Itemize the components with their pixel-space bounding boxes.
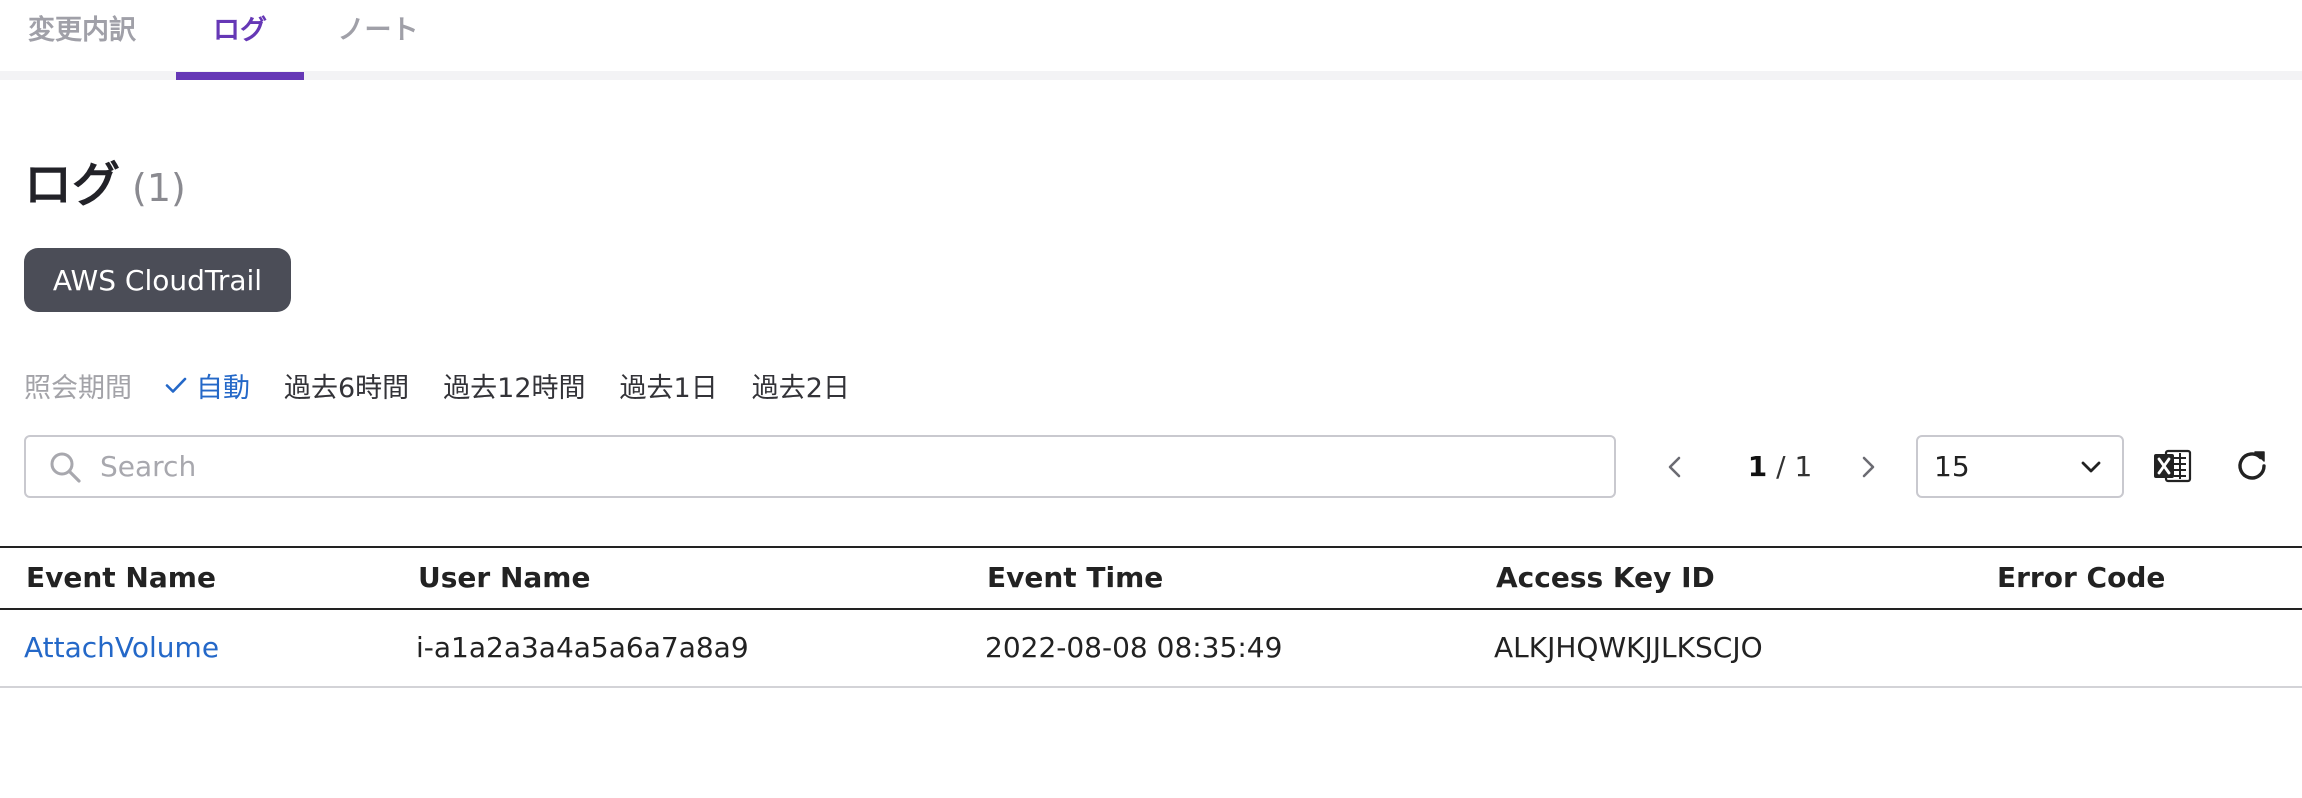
tab-bar: 変更内訳 ログ ノート [0, 0, 2302, 80]
column-header-event-time[interactable]: Event Time [987, 548, 1163, 608]
period-label: 照会期間 [24, 372, 132, 404]
column-header-user-name[interactable]: User Name [418, 548, 590, 608]
table-row[interactable]: AttachVolume i-a1a2a3a4a5a6a7a8a9 2022-0… [0, 610, 2302, 688]
section-heading: ログ (1) [24, 145, 186, 213]
excel-icon[interactable] [2152, 447, 2192, 485]
current-page: 1 [1747, 450, 1768, 483]
period-option-2d[interactable]: 過去2日 [752, 366, 850, 405]
page-indicator: 1 / 1 [1740, 449, 1820, 485]
column-header-error-code[interactable]: Error Code [1997, 548, 2165, 608]
page-separator: / [1767, 450, 1795, 483]
source-chip-aws-cloudtrail[interactable]: AWS CloudTrail [24, 248, 291, 312]
column-header-event-name[interactable]: Event Name [26, 548, 216, 608]
period-option-label: 自動 [196, 372, 250, 404]
event-time-cell: 2022-08-08 08:35:49 [985, 631, 1283, 664]
tab-notes[interactable]: ノート [333, 14, 423, 76]
period-option-12h[interactable]: 過去12時間 [443, 366, 585, 405]
chevron-left-icon[interactable] [1657, 449, 1693, 485]
page-size-select[interactable]: 15 [1916, 435, 2124, 498]
log-count: (1) [132, 166, 186, 210]
period-option-auto[interactable]: 自動 [164, 366, 250, 405]
table-header: Event Name User Name Event Time Access K… [0, 546, 2302, 610]
page-title: ログ [24, 157, 121, 213]
search-box [24, 435, 1616, 498]
chevron-down-icon [2081, 461, 2101, 472]
search-input[interactable] [98, 441, 1578, 492]
tab-change-details[interactable]: 変更内訳 [24, 14, 140, 76]
page-size-value: 15 [1934, 450, 1970, 483]
user-name-cell: i-a1a2a3a4a5a6a7a8a9 [416, 631, 749, 664]
check-icon [165, 377, 187, 393]
period-filter: 照会期間 自動 過去6時間 過去12時間 過去1日 過去2日 [24, 365, 884, 405]
column-header-access-key-id[interactable]: Access Key ID [1496, 548, 1715, 608]
log-table: Event Name User Name Event Time Access K… [0, 546, 2302, 688]
search-icon [50, 452, 81, 483]
access-key-id-cell: ALKJHQWKJJLKSCJO [1494, 631, 1763, 664]
refresh-icon[interactable] [2233, 447, 2271, 485]
period-option-1d[interactable]: 過去1日 [620, 366, 718, 405]
active-tab-indicator [176, 72, 304, 80]
event-name-link[interactable]: AttachVolume [24, 610, 219, 686]
period-option-6h[interactable]: 過去6時間 [284, 366, 409, 405]
tab-logs[interactable]: ログ [176, 14, 304, 76]
total-pages: 1 [1794, 450, 1813, 483]
chevron-right-icon[interactable] [1850, 449, 1886, 485]
